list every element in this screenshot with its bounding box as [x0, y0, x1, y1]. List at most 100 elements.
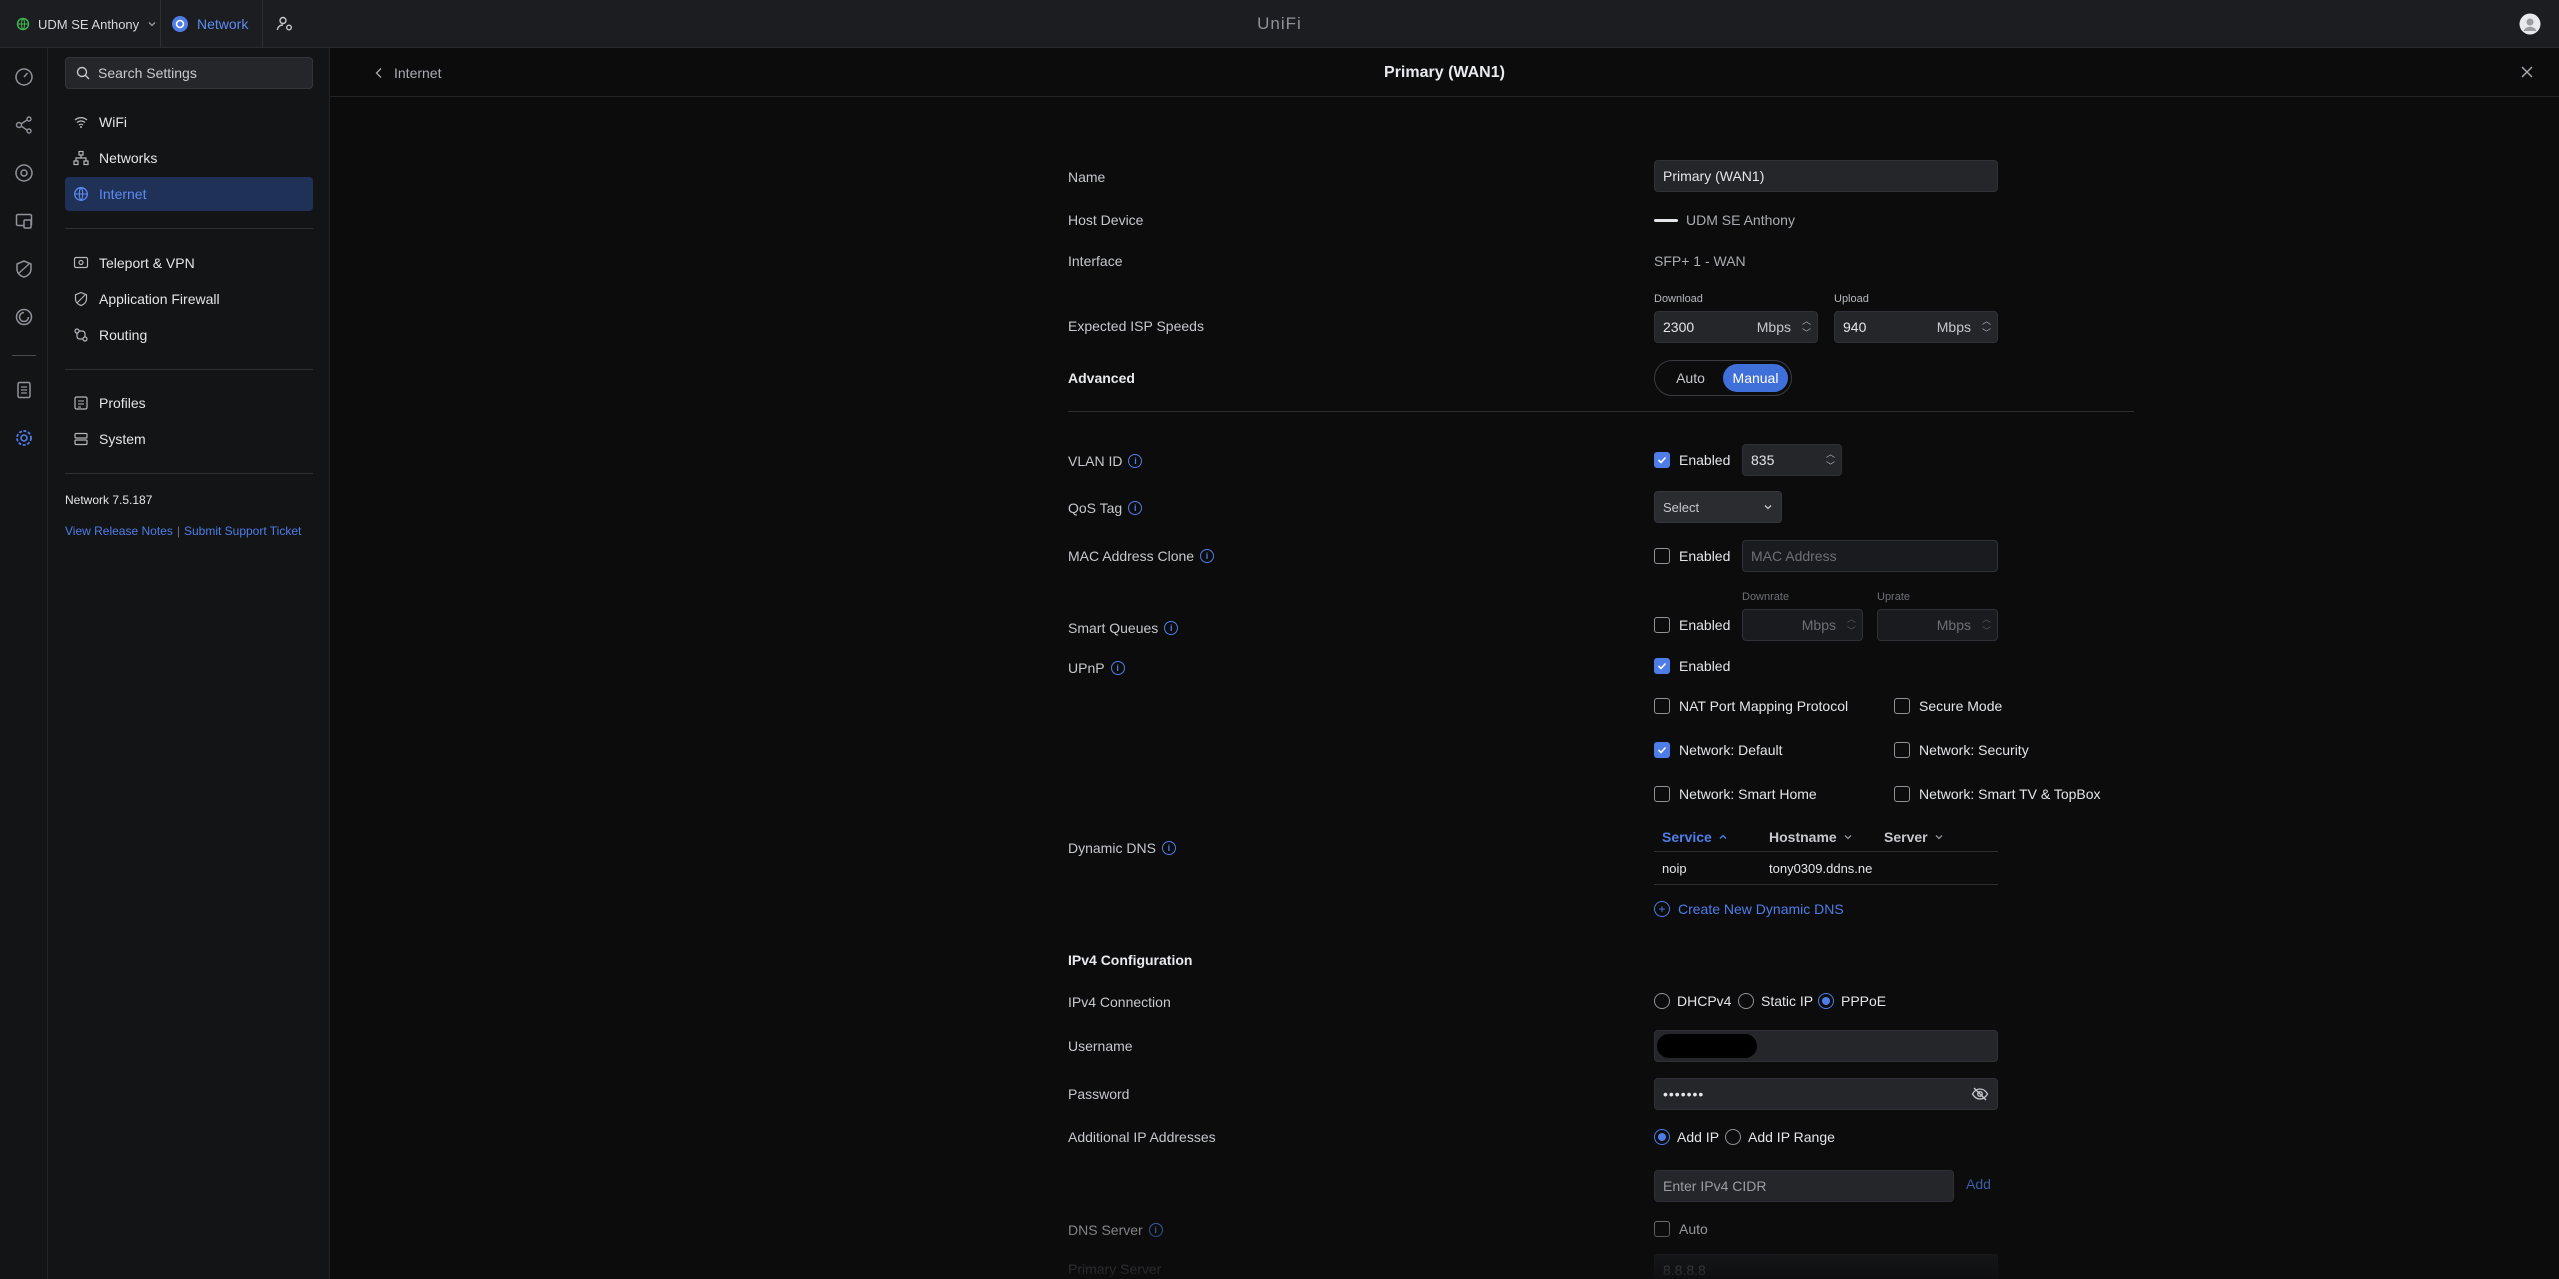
dns-auto-label: Auto: [1679, 1221, 1708, 1237]
name-input[interactable]: Primary (WAN1): [1654, 160, 1998, 192]
download-stepper[interactable]: ︿ ﹀: [1802, 316, 1811, 338]
password-input[interactable]: •••••••: [1654, 1078, 1998, 1110]
info-icon[interactable]: i: [1148, 1223, 1163, 1237]
info-icon[interactable]: i: [1110, 661, 1125, 675]
uprate-input[interactable]: Mbps ︿ ﹀: [1877, 609, 1998, 641]
chevron-down-icon[interactable]: ﹀: [1826, 461, 1835, 471]
ipv4-cidr-input[interactable]: Enter IPv4 CIDR: [1654, 1170, 1954, 1202]
qos-value: Select: [1663, 499, 1700, 515]
app-network-tab[interactable]: Network: [171, 0, 248, 48]
chevron-up-icon[interactable]: ︿: [1982, 614, 1991, 624]
smart-queues-checkbox[interactable]: Enabled: [1654, 617, 1730, 633]
uprate-stepper[interactable]: ︿ ﹀: [1982, 614, 1991, 636]
chevron-down-icon: [148, 22, 156, 27]
qos-tag-select[interactable]: Select: [1654, 491, 1782, 523]
info-icon[interactable]: i: [1164, 621, 1179, 635]
secure-mode-checkbox[interactable]: Secure Mode: [1894, 698, 2002, 714]
username-input[interactable]: [1654, 1030, 1998, 1062]
vlan-stepper[interactable]: ︿ ﹀: [1826, 449, 1835, 471]
sidebar-divider: [65, 473, 313, 474]
advanced-toggle[interactable]: Auto Manual: [1654, 360, 1792, 396]
radio-static-ip[interactable]: Static IP: [1738, 993, 1813, 1009]
create-ddns-button[interactable]: + Create New Dynamic DNS: [1654, 901, 1844, 917]
ddns-table-header: Service Hostname Server: [1654, 822, 1998, 852]
mac-address-input[interactable]: MAC Address: [1742, 540, 1998, 572]
mac-clone-checkbox[interactable]: Enabled: [1654, 548, 1730, 564]
ddns-col-service[interactable]: Service: [1654, 829, 1769, 845]
checkbox-checked-icon: [1654, 658, 1670, 674]
add-cidr-button[interactable]: Add: [1966, 1176, 1991, 1192]
security-shield-icon[interactable]: [12, 257, 36, 281]
advanced-manual-option[interactable]: Manual: [1723, 364, 1788, 392]
version-label: Network 7.5.187: [65, 493, 153, 507]
insights-icon[interactable]: [12, 305, 36, 329]
eye-off-icon[interactable]: [1971, 1087, 1989, 1101]
sidebar-item-system[interactable]: System: [65, 422, 313, 456]
downrate-stepper[interactable]: ︿ ﹀: [1847, 614, 1856, 636]
sidebar-item-application-firewall[interactable]: Application Firewall: [65, 282, 313, 316]
sidebar-item-internet[interactable]: Internet: [65, 177, 313, 211]
chevron-down-icon[interactable]: ﹀: [1982, 626, 1991, 636]
search-input[interactable]: [98, 65, 298, 81]
settings-gear-icon[interactable]: [12, 426, 36, 450]
chevron-down-icon[interactable]: ﹀: [1847, 626, 1856, 636]
network-smart-home-checkbox[interactable]: Network: Smart Home: [1654, 786, 1817, 802]
download-label: Download: [1654, 293, 1703, 305]
primary-dns-input[interactable]: 8.8.8.8: [1654, 1254, 1998, 1279]
info-icon[interactable]: i: [1128, 454, 1143, 468]
nat-pmp-checkbox[interactable]: NAT Port Mapping Protocol: [1654, 698, 1848, 714]
sidebar-item-profiles[interactable]: Profiles: [65, 386, 313, 420]
advanced-auto-option[interactable]: Auto: [1658, 364, 1723, 392]
upload-unit: Mbps: [1936, 319, 1971, 335]
devices-icon[interactable]: [12, 161, 36, 185]
admin-users-button[interactable]: [276, 0, 294, 48]
radio-add-ip[interactable]: Add IP: [1654, 1129, 1719, 1145]
clients-icon[interactable]: [12, 209, 36, 233]
device-selector[interactable]: UDM SE Anthony: [16, 0, 157, 48]
password-value: •••••••: [1663, 1086, 1705, 1102]
radio-dhcpv4[interactable]: DHCPv4: [1654, 993, 1731, 1009]
downrate-input[interactable]: Mbps ︿ ﹀: [1742, 609, 1863, 641]
user-avatar[interactable]: [2519, 0, 2541, 48]
chevron-down-icon[interactable]: ﹀: [1982, 328, 1991, 338]
dashboard-icon[interactable]: [12, 65, 36, 89]
upload-stepper[interactable]: ︿ ﹀: [1982, 316, 1991, 338]
info-icon[interactable]: i: [1200, 549, 1215, 563]
chevron-up-icon[interactable]: ︿: [1982, 316, 1991, 326]
chevron-down-icon[interactable]: ﹀: [1802, 328, 1811, 338]
radio-add-ip-range[interactable]: Add IP Range: [1725, 1129, 1835, 1145]
chevron-up-icon[interactable]: ︿: [1826, 449, 1835, 459]
upnp-label: UPnP i: [1068, 660, 1125, 676]
topology-icon[interactable]: [12, 113, 36, 137]
network-security-checkbox[interactable]: Network: Security: [1894, 742, 2029, 758]
sidebar-item-routing[interactable]: Routing: [65, 318, 313, 352]
avatar-icon: [2519, 13, 2541, 35]
support-ticket-link[interactable]: Submit Support Ticket: [184, 524, 301, 538]
upload-speed-input[interactable]: 940 Mbps ︿ ﹀: [1834, 311, 1998, 343]
search-box[interactable]: [65, 57, 313, 89]
logs-icon[interactable]: [12, 378, 36, 402]
vlan-enabled-checkbox[interactable]: Enabled: [1654, 452, 1730, 468]
info-icon[interactable]: i: [1128, 501, 1143, 515]
sidebar-item-wifi[interactable]: WiFi: [65, 105, 313, 139]
upnp-enabled-checkbox[interactable]: Enabled: [1654, 658, 1730, 674]
radio-label: PPPoE: [1841, 993, 1887, 1009]
sidebar-item-teleport-vpn[interactable]: Teleport & VPN: [65, 246, 313, 280]
ddns-col-hostname[interactable]: Hostname: [1769, 829, 1884, 845]
checkbox-unchecked-icon: [1654, 617, 1670, 633]
table-row[interactable]: noip tony0309.ddns.ne: [1654, 853, 1998, 885]
download-speed-input[interactable]: 2300 Mbps ︿ ﹀: [1654, 311, 1818, 343]
dns-auto-checkbox[interactable]: Auto: [1654, 1221, 1708, 1237]
sidebar-item-networks[interactable]: Networks: [65, 141, 313, 175]
network-default-checkbox[interactable]: Network: Default: [1654, 742, 1782, 758]
info-icon[interactable]: i: [1161, 841, 1176, 855]
chevron-up-icon[interactable]: ︿: [1802, 316, 1811, 326]
release-notes-link[interactable]: View Release Notes: [65, 524, 173, 538]
vlan-id-input[interactable]: 835 ︿ ﹀: [1742, 444, 1842, 476]
link-separator: |: [176, 524, 180, 538]
radio-pppoe[interactable]: PPPoE: [1818, 993, 1886, 1009]
ddns-col-server[interactable]: Server: [1884, 829, 1998, 845]
network-smart-tv-checkbox[interactable]: Network: Smart TV & TopBox: [1894, 786, 2101, 802]
close-button[interactable]: [2515, 60, 2539, 84]
chevron-up-icon[interactable]: ︿: [1847, 614, 1856, 624]
